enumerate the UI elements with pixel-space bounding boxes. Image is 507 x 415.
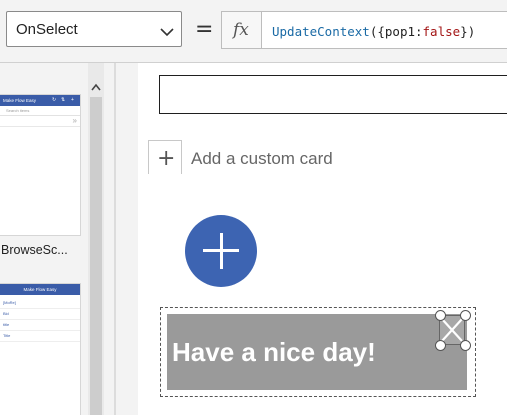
thumbnail-search-placeholder: Search items xyxy=(6,108,30,113)
thumbnail-header: Make Flow Easy xyxy=(0,284,80,295)
formula-bar: OnSelect = fx UpdateContext({pop1:false}… xyxy=(0,0,507,63)
formula-open: ({pop1: xyxy=(369,24,423,39)
refresh-icon: ↻ xyxy=(52,97,57,103)
add-button[interactable] xyxy=(185,215,257,287)
add-custom-card-label[interactable]: Add a custom card xyxy=(191,149,333,169)
screen-thumbnail-browse[interactable]: Make Flow Easy ↻ ⇅ + Search items » xyxy=(0,94,81,236)
formula-text: UpdateContext({pop1:false}) xyxy=(272,24,475,39)
screen-name-label: BrowseSc... xyxy=(1,243,68,257)
card-text-input[interactable] xyxy=(159,75,507,114)
resize-handle[interactable] xyxy=(460,340,471,351)
add-icon: + xyxy=(71,97,74,103)
formula-close: }) xyxy=(460,24,476,39)
resize-handle[interactable] xyxy=(435,310,446,321)
sort-icon: ⇅ xyxy=(61,97,66,103)
resize-handle[interactable] xyxy=(460,310,471,321)
fx-button[interactable]: fx xyxy=(221,11,262,49)
thumbnail-header: Make Flow Easy ↻ ⇅ + xyxy=(0,95,80,106)
thumbnail-item: title xyxy=(0,320,80,331)
property-value: OnSelect xyxy=(16,21,78,38)
formula-input[interactable]: UpdateContext({pop1:false}) xyxy=(262,11,507,49)
formula-function: UpdateContext xyxy=(272,24,370,39)
thumbnail-item: Title xyxy=(0,331,80,342)
banner-text: Have a nice day! xyxy=(172,337,376,367)
add-custom-card-button[interactable]: + xyxy=(148,140,182,174)
property-dropdown[interactable]: OnSelect xyxy=(6,11,182,47)
chevron-down-icon xyxy=(160,24,174,42)
thumbnail-title: Make Flow Easy xyxy=(23,287,57,292)
thumbnail-row: » xyxy=(0,116,80,127)
formula-keyword: false xyxy=(422,24,461,39)
fx-icon: fx xyxy=(233,20,249,40)
panel-divider xyxy=(114,63,116,415)
popup-banner[interactable]: Have a nice day! xyxy=(167,314,467,390)
thumbnail-search: Search items xyxy=(0,106,80,116)
plus-icon: + xyxy=(157,146,176,171)
thumbnail-item: [MoRe] xyxy=(0,298,80,309)
app-canvas: + Add a custom card Have a nice day! xyxy=(138,63,507,415)
equals-sign: = xyxy=(195,17,214,42)
chevron-right-icon: » xyxy=(72,116,77,125)
vertical-scrollbar[interactable] xyxy=(88,63,104,415)
thumbnail-title: Make Flow Easy xyxy=(3,98,37,103)
thumbnail-item: Bld xyxy=(0,309,80,320)
resize-handle[interactable] xyxy=(435,340,446,351)
screens-panel: Make Flow Easy ↻ ⇅ + Search items » Brow… xyxy=(0,63,82,415)
scrollbar-thumb[interactable] xyxy=(90,97,102,415)
chevron-up-icon[interactable] xyxy=(91,78,101,96)
screen-thumbnail-detail[interactable]: Make Flow Easy [MoRe] Bld title Title xyxy=(0,283,81,415)
